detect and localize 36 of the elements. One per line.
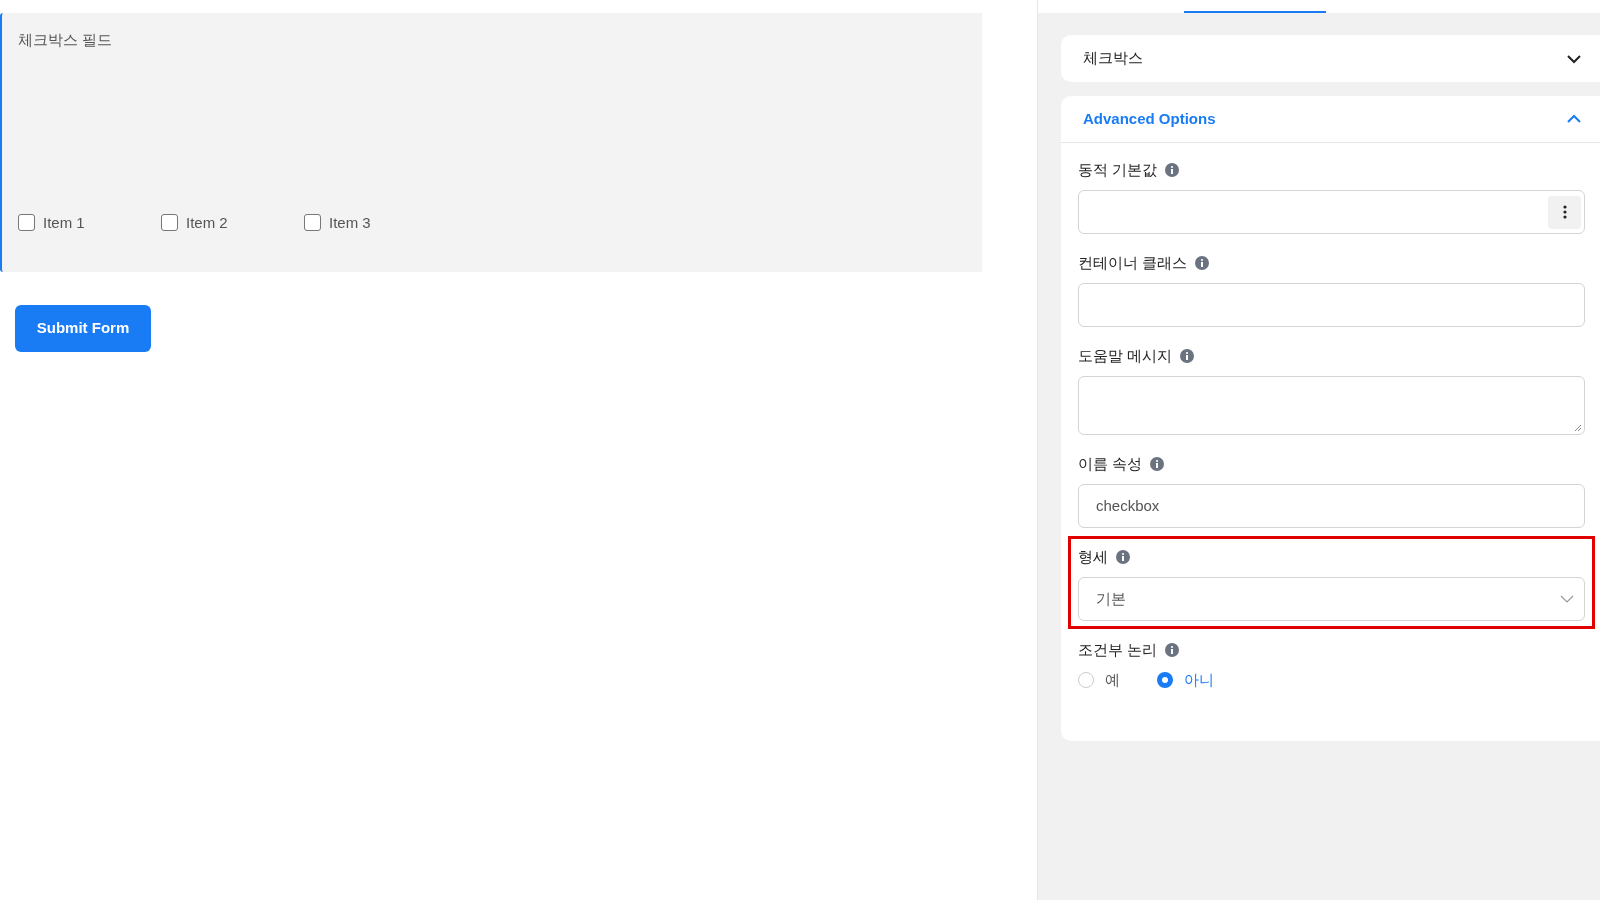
chevron-up-icon[interactable] (1566, 114, 1582, 124)
checkbox[interactable] (18, 214, 35, 232)
info-icon (1165, 643, 1180, 657)
field-label: 이름 속성 (1078, 453, 1143, 474)
input-field[interactable] (1078, 190, 1585, 234)
radio-button[interactable] (1078, 672, 1094, 689)
field-label: 도움말 메시지 (1078, 345, 1173, 366)
field-label: 형세 (1078, 546, 1108, 567)
chevron-down-icon[interactable] (1566, 53, 1582, 64)
info-icon (1150, 457, 1165, 471)
dropdown[interactable]: 기본 (1078, 577, 1585, 621)
radio-label: 아니 (1184, 670, 1214, 690)
resize-handle-icon[interactable] (1574, 424, 1582, 432)
submit-button[interactable]: Submit Form (15, 305, 151, 352)
info-icon (1195, 256, 1210, 270)
radio-label: 예 (1105, 670, 1120, 690)
section-header[interactable]: Advanced Options (1061, 96, 1600, 143)
more-icon (1562, 205, 1567, 219)
checkbox-label: Item 2 (186, 212, 228, 233)
field-label: 컨테이너 클래스 (1078, 252, 1188, 273)
info-icon (1116, 550, 1130, 564)
checkbox-label: Item 3 (329, 212, 371, 233)
more-button[interactable] (1548, 195, 1581, 229)
chevron-down-icon (1560, 595, 1574, 603)
section-header[interactable]: 체크박스 (1061, 35, 1600, 82)
checkbox-label: Item 1 (43, 212, 85, 233)
input-field[interactable] (1078, 283, 1585, 327)
info-icon (1180, 349, 1195, 363)
info-icon (1165, 163, 1180, 177)
radio-button[interactable] (1157, 672, 1173, 689)
input-field[interactable]: checkbox (1078, 484, 1585, 528)
checkbox[interactable] (161, 214, 178, 232)
field-label: 동적 기본값 (1078, 159, 1158, 180)
checkbox[interactable] (304, 214, 321, 232)
field-label: 조건부 논리 (1078, 639, 1158, 660)
field-label: 체크박스 필드 (18, 30, 113, 50)
